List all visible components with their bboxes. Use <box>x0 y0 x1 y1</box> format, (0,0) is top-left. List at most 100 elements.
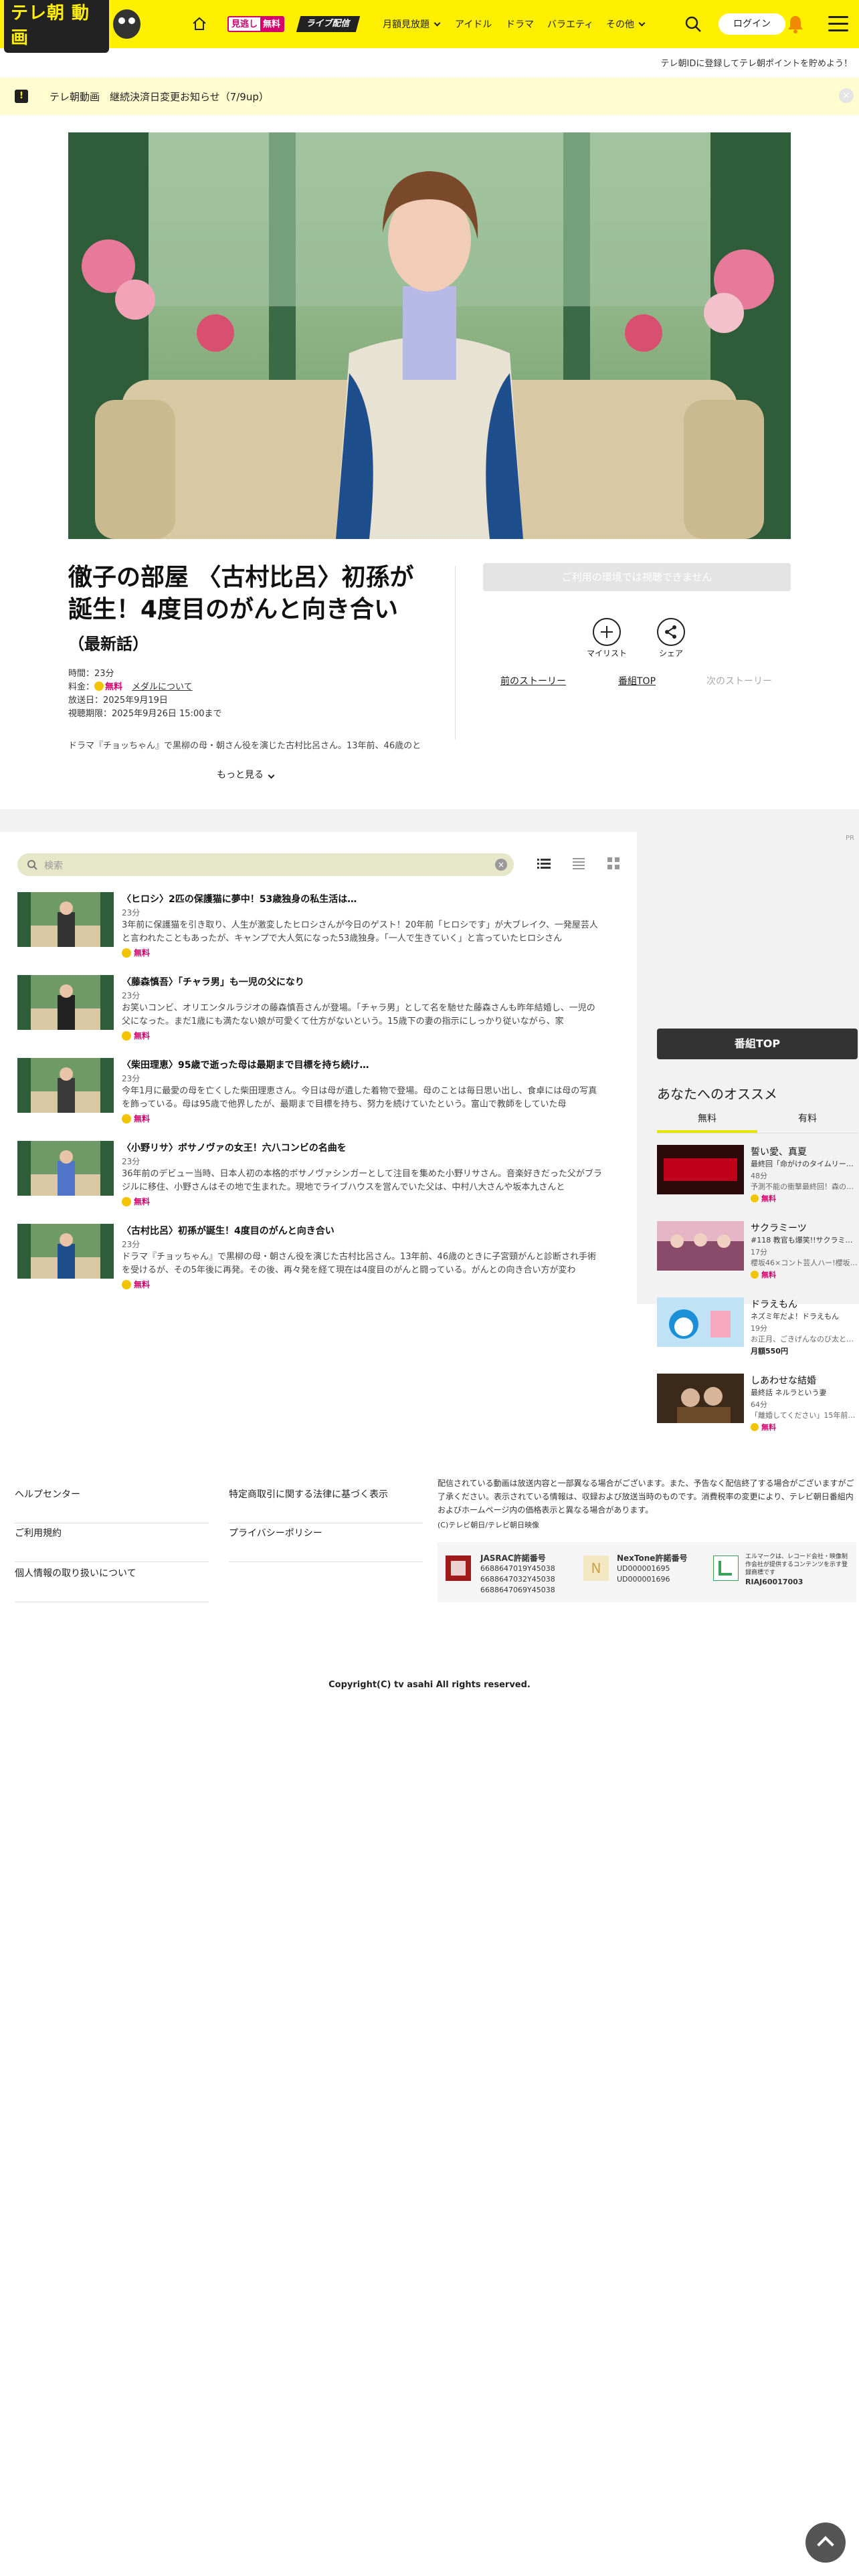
more-button[interactable]: もっと見る <box>217 768 275 781</box>
coin-icon <box>122 1031 131 1041</box>
recommend-item[interactable]: しあわせな結婚 最終話 ネルラという妻 64分 「離婚してください」15年前… … <box>657 1374 858 1434</box>
nav-variety[interactable]: バラエティ <box>547 0 593 48</box>
nextone-info: NexTone許諾番号 UD000001695 UD000001696 <box>617 1553 688 1584</box>
coin-icon <box>751 1423 759 1431</box>
clear-icon[interactable]: × <box>495 859 507 871</box>
episode-thumbnail <box>17 1224 114 1279</box>
chevron-down-icon <box>434 19 441 26</box>
episode-search[interactable]: 検索 × <box>17 853 514 876</box>
watch-period: 視聴期限：2025年9月26日 15:00まで <box>68 709 222 719</box>
free-badge: 無料 <box>751 1269 776 1280</box>
back-to-top-button[interactable] <box>805 2523 846 2563</box>
program-meta: 時間：23分 料金： 無料 メダルについて 放送日：2025年9月19日 視聴期限：… <box>68 667 222 721</box>
recommend-thumbnail <box>657 1221 744 1271</box>
footer-help[interactable]: ヘルプセンター <box>15 1483 209 1523</box>
episode-item[interactable]: 〈柴田理恵〉95歳で逝った母は最期まで目標を持ち続け… 23分 今年1月に最愛の… <box>17 1058 619 1123</box>
search-icon[interactable] <box>684 15 702 33</box>
home-icon[interactable] <box>191 16 207 32</box>
free-catchup-link[interactable]: 見逃し 無料 <box>227 16 285 32</box>
register-promo[interactable]: テレ朝IDに登録してテレ朝ポイントを貯めよう！ <box>661 56 852 69</box>
coin-icon <box>751 1194 759 1202</box>
medal-link[interactable]: メダルについて <box>132 682 193 692</box>
free-badge: 無料 <box>122 1279 150 1290</box>
lmark-info: エルマークは、レコード会社・映像制作会社が提供するコンテンツを示す登録商標です … <box>745 1553 848 1586</box>
notice-link[interactable]: テレ朝動画 継続決済日変更お知らせ（7/9up） <box>50 90 269 104</box>
footer-terms[interactable]: ご利用規約 <box>15 1522 209 1562</box>
footer-commerce-law[interactable]: 特定商取引に関する法律に基づく表示 <box>229 1483 423 1523</box>
coin-icon <box>122 948 131 958</box>
price-label: 料金： <box>68 682 95 692</box>
compact-view-icon[interactable] <box>571 856 586 871</box>
tab-active-indicator <box>657 1130 757 1133</box>
unavailable-button[interactable]: ご利用の環境では視聴できません <box>483 563 791 591</box>
menu-icon[interactable] <box>828 16 848 32</box>
tab-paid[interactable]: 有料 <box>757 1111 858 1125</box>
ad-mark: PR <box>846 835 854 842</box>
episode-item[interactable]: 〈小野リサ〉ボサノヴァの女王！六八コンビの名曲を 23分 36年前のデビュー当時… <box>17 1141 619 1206</box>
footer-note: 配信されている動画は放送内容と一部異なる場合がございます。また、予告なく配信終了… <box>438 1479 854 1515</box>
tab-free[interactable]: 無料 <box>657 1111 757 1125</box>
recommend-item[interactable]: 誓い愛、真夏 最終回「命がけのタイムリー… 48分 予測不能の衝撃最終回！森の…… <box>657 1145 858 1205</box>
copyright: Copyright(C) tv asahi All rights reserve… <box>328 1680 531 1690</box>
nextone-logo: N <box>583 1555 609 1581</box>
nav-idol[interactable]: アイドル <box>455 0 492 48</box>
episode-item[interactable]: 〈古村比呂〉初孫が誕生！4度目のがんと向き合い 23分 ドラマ『チョッちゃん』で… <box>17 1224 619 1289</box>
hero-image <box>68 132 791 539</box>
list-view-icon[interactable] <box>537 856 551 871</box>
search-icon <box>27 860 37 870</box>
mylist-label: マイリスト <box>586 649 627 658</box>
footer-privacy-policy[interactable]: プライバシーポリシー <box>229 1522 423 1562</box>
mascot-icon <box>112 9 140 39</box>
share-icon <box>665 625 676 639</box>
program-top-link[interactable]: 番組TOP <box>618 674 656 687</box>
close-icon[interactable]: × <box>839 88 854 103</box>
coin-icon <box>122 1114 131 1123</box>
episode-thumbnail <box>17 1058 114 1113</box>
hero-illustration <box>68 132 791 539</box>
free-badge: 無料 <box>751 1422 776 1432</box>
latest-label: （最新話） <box>68 635 149 653</box>
next-story-link: 次のストーリー <box>706 676 772 687</box>
recommend-item[interactable]: ドラえもん ネズミ年だよ！ドラえもん 19分 お正月、ごきげんなのび太と… 月額… <box>657 1297 858 1358</box>
recommend-thumbnail <box>657 1145 744 1194</box>
nav-drama[interactable]: ドラマ <box>506 0 534 48</box>
license-box: JASRAC許諾番号 6688647019Y45038 6688647032Y4… <box>438 1542 856 1602</box>
recommend-title: あなたへのオススメ <box>657 1086 777 1102</box>
program-top-button[interactable]: 番組TOP <box>657 1029 858 1059</box>
share-button[interactable] <box>657 618 685 646</box>
episode-thumbnail <box>17 1141 114 1196</box>
login-button[interactable]: ログイン <box>719 13 785 35</box>
nav-monthly[interactable]: 月額見放題 <box>383 0 441 48</box>
paid-price: 月額550円 <box>751 1347 788 1356</box>
prev-story-link[interactable]: 前のストーリー <box>500 674 566 687</box>
site-logo[interactable]: テレ朝 動画 <box>0 0 140 53</box>
grid-view-icon[interactable] <box>606 856 621 871</box>
image-credit: (C)テレビ朝日/テレビ朝日映像 <box>438 1521 539 1529</box>
nav-other[interactable]: その他 <box>606 0 646 48</box>
add-mylist-button[interactable] <box>593 618 621 646</box>
divider <box>455 566 456 740</box>
jasrac-logo <box>446 1555 471 1581</box>
logo-text: テレ朝 動画 <box>4 0 109 53</box>
plus-icon <box>601 626 613 638</box>
episode-item[interactable]: 〈藤森慎吾〉「チャラ男」も一児の父になり 23分 お笑いコンビ、オリエンタルラジ… <box>17 975 619 1041</box>
episode-thumbnail <box>17 975 114 1030</box>
notice-bar: テレ朝動画 継続決済日変更お知らせ（7/9up） × <box>0 78 859 115</box>
free-badge: 無料 <box>751 1193 776 1204</box>
bell-icon[interactable] <box>785 13 805 35</box>
recommend-thumbnail <box>657 1374 744 1423</box>
badge-mitai: 見逃し <box>229 17 261 31</box>
free-badge: 無料 <box>122 1196 150 1207</box>
chevron-down-icon <box>638 19 646 26</box>
episode-item[interactable]: 〈ヒロシ〉2匹の保護猫に夢中！53歳独身の私生活は… 23分 3年前に保護猫を引… <box>17 892 619 958</box>
program-description: ドラマ『チョッちゃん』で黒柳の母・朝さん役を演じた古村比呂さん。13年前、46歳… <box>68 741 421 751</box>
live-link[interactable]: ライブ配信 <box>296 16 361 32</box>
svg-text:N: N <box>591 1560 601 1576</box>
share-label: シェア <box>658 649 683 658</box>
site-header: テレ朝 動画 見逃し 無料 ライブ配信 月額見放題 アイドル ドラマ バラエティ… <box>0 0 859 53</box>
footer-privacy-handling[interactable]: 個人情報の取り扱いについて <box>15 1562 209 1602</box>
badge-free: 無料 <box>260 17 284 31</box>
recommend-item[interactable]: サクラミーツ #118 教官も爆笑!!サクラミ… 17分 櫻坂46×コント芸人ハ… <box>657 1221 858 1281</box>
duration: 時間：23分 <box>68 669 114 679</box>
free-badge: 無料 <box>122 1030 150 1041</box>
